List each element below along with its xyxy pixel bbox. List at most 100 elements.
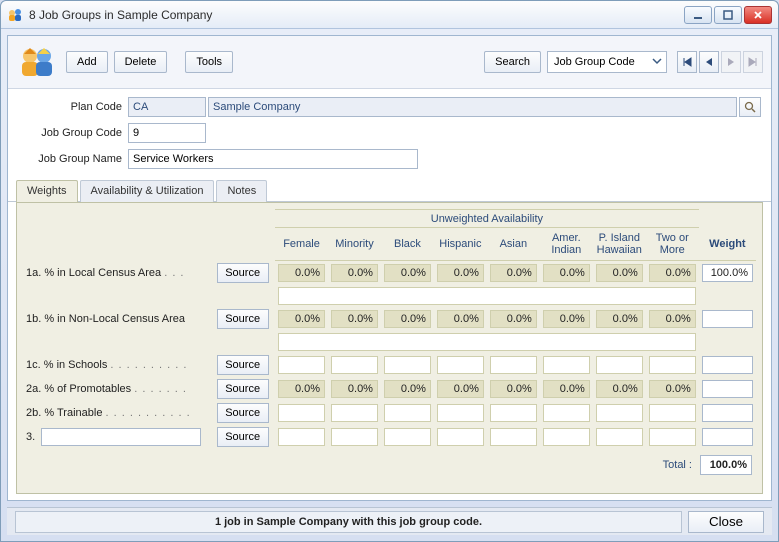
grid-cell[interactable] — [649, 356, 696, 374]
tab-notes[interactable]: Notes — [216, 180, 267, 202]
grid-cell[interactable] — [384, 428, 431, 446]
tab-availability[interactable]: Availability & Utilization — [80, 180, 215, 202]
grid-cell[interactable]: 0.0% — [490, 380, 537, 398]
app-icon — [7, 7, 23, 23]
grid-cell[interactable]: 0.0% — [596, 310, 643, 328]
job-group-code-input[interactable] — [128, 123, 206, 143]
weight-cell[interactable] — [702, 404, 753, 422]
grid-cell[interactable] — [596, 428, 643, 446]
weight-cell[interactable] — [702, 380, 753, 398]
search-button[interactable]: Search — [484, 51, 541, 73]
add-button[interactable]: Add — [66, 51, 108, 73]
plan-code-value: CA — [128, 97, 206, 117]
table-row: 1c. % in Schools . . . . . . . . . . Sou… — [23, 353, 756, 377]
grid-cell[interactable]: 0.0% — [437, 310, 484, 328]
titlebar: 8 Job Groups in Sample Company — [1, 1, 778, 29]
source-button[interactable]: Source — [217, 263, 269, 283]
weight-cell[interactable]: 100.0% — [702, 264, 753, 282]
source-button[interactable]: Source — [217, 427, 269, 447]
grid-cell[interactable] — [543, 404, 590, 422]
tools-button[interactable]: Tools — [185, 51, 233, 73]
grid-cell[interactable] — [596, 356, 643, 374]
grid-cell[interactable] — [278, 356, 325, 374]
tab-weights[interactable]: Weights — [16, 180, 78, 202]
total-label: Total : — [663, 459, 692, 471]
nav-prev-button[interactable] — [699, 51, 719, 73]
grid-cell[interactable]: 0.0% — [649, 264, 696, 282]
grid-cell[interactable]: 0.0% — [278, 380, 325, 398]
job-group-name-input[interactable] — [128, 149, 418, 169]
grid-cell[interactable]: 0.0% — [649, 310, 696, 328]
spacer-box[interactable] — [278, 287, 696, 305]
grid-cell[interactable] — [543, 356, 590, 374]
grid-cell[interactable] — [490, 404, 537, 422]
source-button[interactable]: Source — [217, 403, 269, 423]
col-black: Black — [381, 228, 434, 261]
close-button[interactable]: Close — [688, 511, 764, 533]
grid-cell[interactable] — [490, 356, 537, 374]
form-area: Plan Code CA Sample Company Job Group Co… — [8, 89, 771, 179]
nav-next-button[interactable] — [721, 51, 741, 73]
grid-cell[interactable]: 0.0% — [649, 380, 696, 398]
source-button[interactable]: Source — [217, 379, 269, 399]
spacer-row — [23, 285, 756, 307]
close-window-button[interactable] — [744, 6, 772, 24]
grid-cell[interactable] — [543, 428, 590, 446]
grid-cell[interactable] — [278, 428, 325, 446]
row-label: 1a. % in Local Census Area — [26, 267, 164, 279]
minimize-button[interactable] — [684, 6, 712, 24]
custom-factor-input[interactable] — [41, 428, 201, 446]
grid-cell[interactable] — [649, 404, 696, 422]
weight-cell[interactable] — [702, 310, 753, 328]
group-header: Unweighted Availability — [275, 210, 699, 228]
plan-code-lookup-button[interactable] — [739, 97, 761, 117]
nav-first-button[interactable] — [677, 51, 697, 73]
grid-cell[interactable] — [331, 404, 378, 422]
grid-cell[interactable]: 0.0% — [490, 264, 537, 282]
grid-cell[interactable] — [437, 428, 484, 446]
grid-cell[interactable]: 0.0% — [437, 264, 484, 282]
client-area: Add Delete Tools Search Job Group Code — [7, 35, 772, 501]
grid-cell[interactable]: 0.0% — [490, 310, 537, 328]
grid-cell[interactable] — [384, 356, 431, 374]
grid-cell[interactable] — [649, 428, 696, 446]
grid-cell[interactable] — [331, 356, 378, 374]
col-twoormore: Two or More — [646, 228, 699, 261]
delete-button[interactable]: Delete — [114, 51, 168, 73]
weight-cell[interactable] — [702, 356, 753, 374]
maximize-button[interactable] — [714, 6, 742, 24]
grid-cell[interactable] — [331, 428, 378, 446]
grid-cell[interactable]: 0.0% — [543, 264, 590, 282]
nav-last-button[interactable] — [743, 51, 763, 73]
search-field-select[interactable]: Job Group Code — [547, 51, 667, 73]
spacer-box[interactable] — [278, 333, 696, 351]
grid-cell[interactable] — [384, 404, 431, 422]
weights-grid: Unweighted Availability Female Minority … — [23, 209, 756, 449]
source-button[interactable]: Source — [217, 355, 269, 375]
grid-cell[interactable]: 0.0% — [384, 264, 431, 282]
grid-cell[interactable] — [596, 404, 643, 422]
grid-cell[interactable] — [437, 404, 484, 422]
grid-cell[interactable] — [490, 428, 537, 446]
grid-cell[interactable]: 0.0% — [384, 380, 431, 398]
source-button[interactable]: Source — [217, 309, 269, 329]
grid-cell[interactable]: 0.0% — [596, 380, 643, 398]
grid-cell[interactable]: 0.0% — [331, 310, 378, 328]
job-group-name-label: Job Group Name — [18, 153, 128, 165]
grid-cell[interactable]: 0.0% — [278, 264, 325, 282]
grid-cell[interactable]: 0.0% — [543, 380, 590, 398]
weight-cell[interactable] — [702, 428, 753, 446]
grid-cell[interactable]: 0.0% — [543, 310, 590, 328]
grid-cell[interactable]: 0.0% — [331, 380, 378, 398]
grid-cell[interactable]: 0.0% — [278, 310, 325, 328]
grid-cell[interactable]: 0.0% — [331, 264, 378, 282]
grid-cell[interactable]: 0.0% — [384, 310, 431, 328]
grid-cell[interactable]: 0.0% — [437, 380, 484, 398]
leader-dots: . . . . . . . — [134, 383, 187, 395]
row-label: 2a. % of Promotables — [26, 383, 134, 395]
grid-cell[interactable]: 0.0% — [596, 264, 643, 282]
leader-dots: . . . . . . . . . . . — [106, 407, 191, 419]
row-label: 3. — [26, 431, 35, 443]
grid-cell[interactable] — [437, 356, 484, 374]
grid-cell[interactable] — [278, 404, 325, 422]
